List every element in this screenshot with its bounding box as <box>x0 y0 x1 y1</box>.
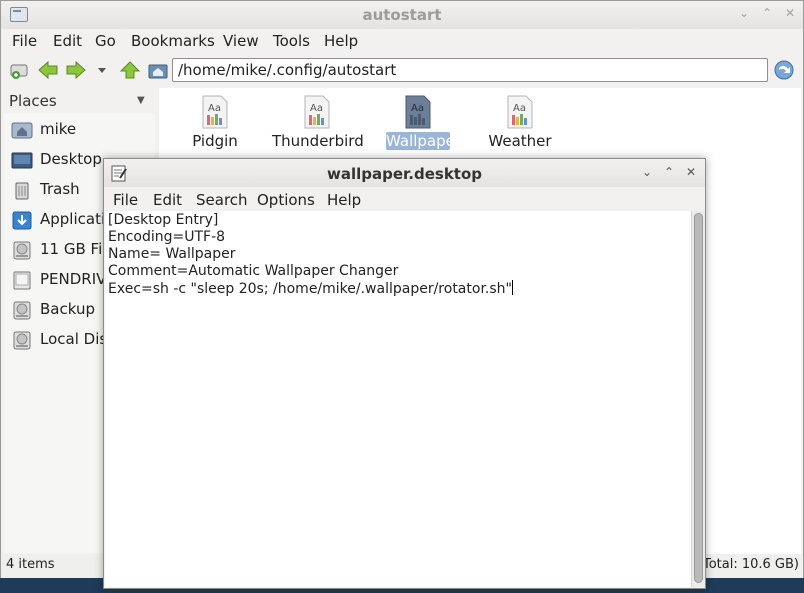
menu-go[interactable]: Go <box>95 32 116 50</box>
svg-text:Aa: Aa <box>310 103 323 114</box>
menu-options[interactable]: Options <box>257 191 315 209</box>
menu-view[interactable]: View <box>223 32 259 50</box>
text-file-icon: Aa <box>303 95 331 129</box>
menu-help[interactable]: Help <box>327 191 361 209</box>
text-file-icon: Aa <box>506 95 534 129</box>
editor-titlebar[interactable]: wallpaper.desktop ⌄ ⌃ ✕ <box>104 159 705 187</box>
minimize-icon[interactable]: ⌄ <box>737 6 751 20</box>
sidebar-item-label: Backup <box>40 300 95 318</box>
applications-icon <box>11 210 33 230</box>
menu-file[interactable]: File <box>12 32 37 50</box>
file-item-thunderbird[interactable]: Aa Thunderbird <box>272 95 364 155</box>
menu-file[interactable]: File <box>113 191 138 209</box>
scrollbar-thumb[interactable] <box>694 213 703 583</box>
svg-text:Aa: Aa <box>208 103 221 114</box>
minimize-icon[interactable]: ⌄ <box>640 165 654 179</box>
file-item-label: Thunderbird <box>272 132 364 150</box>
drive-icon <box>11 300 33 320</box>
up-icon[interactable] <box>119 60 141 80</box>
sidebar-item-label: Desktop <box>40 150 102 168</box>
editor-window: wallpaper.desktop ⌄ ⌃ ✕ File Edit Search… <box>103 158 706 589</box>
sidebar-item-label: mike <box>40 120 77 138</box>
file-item-label: Pidgin <box>192 132 238 150</box>
maximize-icon[interactable]: ⌃ <box>760 6 774 20</box>
fm-titlebar[interactable]: autostart ⌄ ⌃ ✕ <box>1 1 803 29</box>
sidebar-item-home[interactable]: mike <box>11 117 151 143</box>
desktop-icon <box>11 150 33 170</box>
menu-bookmarks[interactable]: Bookmarks <box>131 32 215 50</box>
text-line: [Desktop Entry] <box>108 212 219 228</box>
text-line: Comment=Automatic Wallpaper Changer <box>108 263 399 279</box>
file-item-wallpaper[interactable]: Aa Wallpaper <box>373 95 463 155</box>
fm-window-title: autostart <box>362 6 442 24</box>
menu-search[interactable]: Search <box>196 191 248 209</box>
maximize-icon[interactable]: ⌃ <box>662 165 676 179</box>
editor-scrollbar[interactable] <box>691 211 705 587</box>
text-line: Exec=sh -c "sleep 20s; /home/mike/.wallp… <box>108 281 512 297</box>
file-item-label: Wallpaper <box>386 132 462 150</box>
new-tab-icon[interactable] <box>9 60 31 80</box>
close-icon[interactable]: ✕ <box>783 6 797 20</box>
fm-menubar: File Edit Go Bookmarks View Tools Help <box>1 29 803 53</box>
trash-icon <box>11 180 33 200</box>
sidebar-item-label: Trash <box>40 180 80 198</box>
history-dropdown-icon[interactable] <box>95 60 109 80</box>
text-file-icon: Aa <box>404 95 432 129</box>
item-count: 4 items <box>6 557 55 572</box>
home-icon[interactable] <box>147 60 169 80</box>
file-item-pidgin[interactable]: Aa Pidgin <box>170 95 260 155</box>
home-folder-icon <box>11 120 33 140</box>
file-item-weather[interactable]: Aa Weather <box>475 95 565 155</box>
menu-edit[interactable]: Edit <box>153 191 182 209</box>
menu-tools[interactable]: Tools <box>273 32 310 50</box>
drive-icon <box>11 330 33 350</box>
svg-text:Aa: Aa <box>411 103 424 114</box>
go-icon[interactable] <box>773 59 795 80</box>
file-item-label: Weather <box>488 132 552 150</box>
places-header[interactable]: Places <box>9 92 57 110</box>
text-file-icon: Aa <box>201 95 229 129</box>
removable-drive-icon <box>11 270 33 290</box>
close-icon[interactable]: ✕ <box>684 165 698 179</box>
text-editor-area[interactable]: [Desktop Entry] Encoding=UTF-8 Name= Wal… <box>105 211 691 587</box>
text-cursor <box>511 280 513 295</box>
back-icon[interactable] <box>37 60 59 80</box>
text-line: Name= Wallpaper <box>108 246 236 262</box>
forward-icon[interactable] <box>65 60 87 80</box>
menu-help[interactable]: Help <box>324 32 358 50</box>
text-line: Encoding=UTF-8 <box>108 229 226 245</box>
drive-icon <box>11 240 33 260</box>
editor-menubar: File Edit Search Options Help <box>104 188 705 212</box>
chevron-down-icon[interactable]: ▼ <box>137 95 145 106</box>
text-line-with-caret: Exec=sh -c "sleep 20s; /home/mike/.wallp… <box>108 280 688 298</box>
location-input[interactable]: /home/mike/.config/autostart <box>172 58 768 82</box>
editor-window-title: wallpaper.desktop <box>326 165 483 183</box>
menu-edit[interactable]: Edit <box>53 32 82 50</box>
svg-text:Aa: Aa <box>513 103 526 114</box>
